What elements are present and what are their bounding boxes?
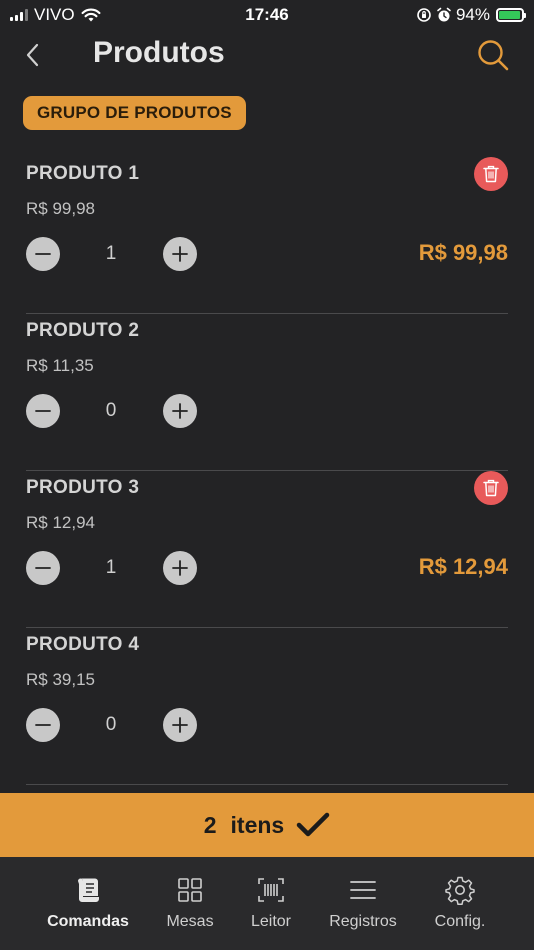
tab-config[interactable]: Config. xyxy=(430,875,490,931)
gear-icon xyxy=(445,876,475,905)
minus-icon xyxy=(35,253,51,255)
search-icon xyxy=(478,40,509,71)
trash-icon xyxy=(483,479,499,497)
product-item: PRODUTO 1 R$ 99,98 1 R$ 99,98 xyxy=(26,157,508,314)
chevron-left-icon xyxy=(26,43,39,67)
tab-label: Mesas xyxy=(166,913,214,930)
tab-comandas[interactable]: Comandas xyxy=(47,875,129,931)
decrease-quantity-button[interactable] xyxy=(26,708,60,742)
signal-icon xyxy=(10,9,28,21)
tab-label: Leitor xyxy=(250,913,292,930)
status-left: VIVO xyxy=(10,5,101,25)
product-name: PRODUTO 1 xyxy=(26,163,140,184)
barcode-scan-icon xyxy=(258,878,284,902)
tab-bar: Comandas Mesas Leitor Registros Config. xyxy=(0,857,534,950)
back-button[interactable] xyxy=(22,40,46,70)
delete-button[interactable] xyxy=(474,471,508,505)
product-name: PRODUTO 2 xyxy=(26,320,140,341)
increase-quantity-button[interactable] xyxy=(163,708,197,742)
decrease-quantity-button[interactable] xyxy=(26,237,60,271)
minus-icon xyxy=(35,410,51,412)
product-group-chip[interactable]: GRUPO DE PRODUTOS xyxy=(23,96,246,130)
quantity-value: 0 xyxy=(105,400,117,421)
increase-quantity-button[interactable] xyxy=(163,394,197,428)
quantity-value: 1 xyxy=(105,243,117,264)
item-count-label: itens xyxy=(230,811,285,838)
receipt-scroll-icon xyxy=(78,878,99,902)
decrease-quantity-button[interactable] xyxy=(26,551,60,585)
page-title: Produtos xyxy=(93,36,225,69)
product-unit-price: R$ 99,98 xyxy=(26,199,95,218)
plus-icon xyxy=(172,403,188,419)
rotation-lock-icon xyxy=(417,8,431,22)
plus-icon xyxy=(172,560,188,576)
product-item: PRODUTO 2 R$ 11,35 0 xyxy=(26,314,508,471)
quantity-value: 0 xyxy=(105,714,117,735)
checkmark-icon xyxy=(296,812,330,837)
decrease-quantity-button[interactable] xyxy=(26,394,60,428)
trash-icon xyxy=(483,165,499,183)
grid-icon xyxy=(178,878,202,902)
battery-icon xyxy=(496,8,526,22)
confirm-items-button[interactable]: 2 itens xyxy=(0,793,534,857)
line-total: R$ 99,98 xyxy=(418,240,508,265)
tab-label: Registros xyxy=(329,913,397,930)
product-unit-price: R$ 39,15 xyxy=(26,670,95,689)
status-bar: VIVO 17:46 94% xyxy=(0,0,534,30)
increase-quantity-button[interactable] xyxy=(163,551,197,585)
quantity-value: 1 xyxy=(105,557,117,578)
tab-leitor[interactable]: Leitor xyxy=(244,875,298,931)
plus-icon xyxy=(172,717,188,733)
battery-level xyxy=(499,11,520,19)
battery-percent: 94% xyxy=(455,5,490,24)
product-name: PRODUTO 3 xyxy=(26,477,140,498)
header: Produtos xyxy=(0,30,534,80)
product-unit-price: R$ 12,94 xyxy=(26,513,95,532)
product-name: PRODUTO 4 xyxy=(26,634,140,655)
menu-lines-icon xyxy=(350,881,376,899)
item-count: 2 xyxy=(203,811,217,838)
tab-label: Config. xyxy=(434,913,486,930)
minus-icon xyxy=(35,724,51,726)
tab-label: Comandas xyxy=(47,913,129,930)
product-item: PRODUTO 3 R$ 12,94 1 R$ 12,94 xyxy=(26,471,508,628)
carrier-label: VIVO xyxy=(34,5,75,24)
search-button[interactable] xyxy=(476,38,510,72)
tab-mesas[interactable]: Mesas xyxy=(160,875,220,931)
product-item: PRODUTO 4 R$ 39,15 0 xyxy=(26,628,508,785)
status-right: 94% xyxy=(416,5,526,25)
line-total: R$ 12,94 xyxy=(418,554,508,579)
minus-icon xyxy=(35,567,51,569)
increase-quantity-button[interactable] xyxy=(163,237,197,271)
plus-icon xyxy=(172,246,188,262)
delete-button[interactable] xyxy=(474,157,508,191)
product-unit-price: R$ 11,35 xyxy=(26,356,94,375)
tab-registros[interactable]: Registros xyxy=(326,875,400,931)
wifi-icon xyxy=(81,8,101,21)
alarm-icon xyxy=(437,7,451,22)
